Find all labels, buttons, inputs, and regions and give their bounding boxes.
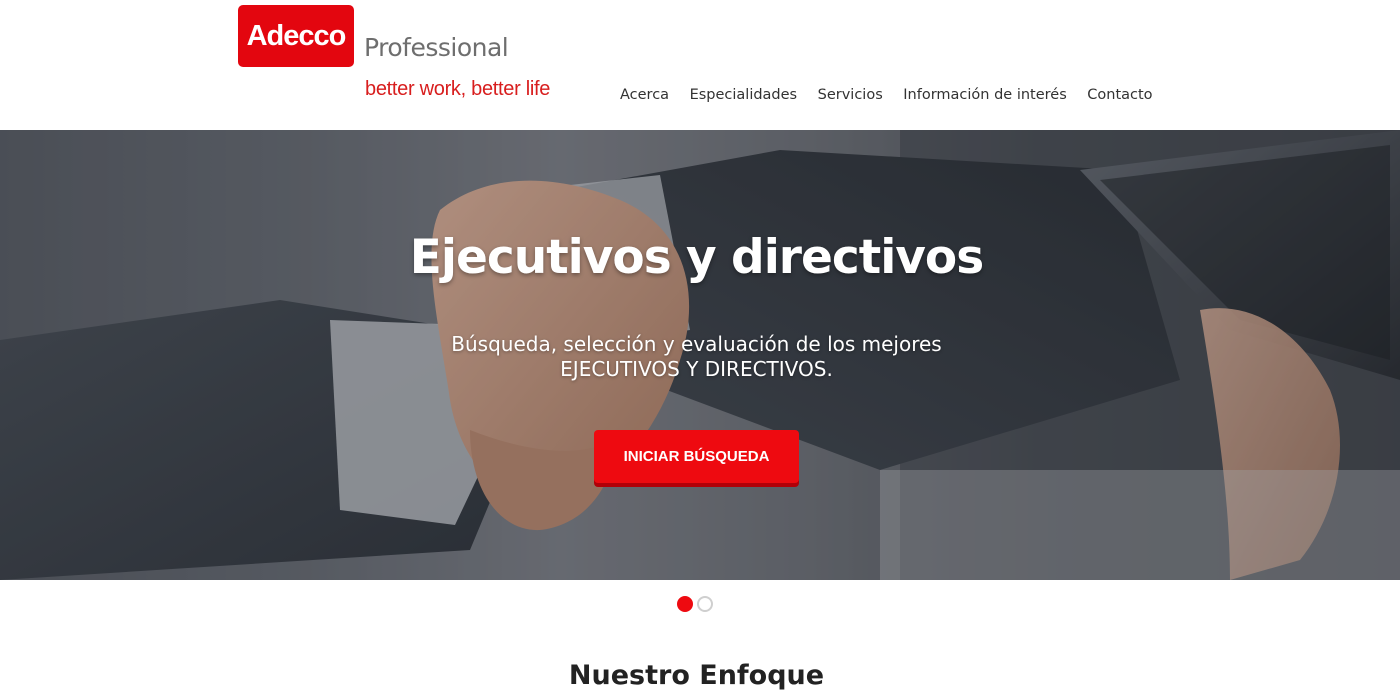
main-nav: Acerca Especialidades Servicios Informac… (620, 87, 1173, 103)
hero-title: Ejecutivos y directivos (409, 230, 984, 285)
adecco-logo[interactable]: Adecco (238, 5, 354, 67)
nav-item-informacion[interactable]: Información de interés (903, 87, 1067, 103)
nav-item-contacto[interactable]: Contacto (1087, 87, 1152, 103)
logo-suffix: Professional (364, 33, 509, 62)
section-title: Nuestro Enfoque (568, 660, 825, 691)
carousel-dot-1[interactable] (677, 596, 693, 612)
logo-text: Adecco (246, 19, 347, 52)
carousel-indicators (677, 596, 717, 612)
site-header: Adecco Professional better work, better … (0, 0, 1400, 130)
hero-subtitle-line1: Búsqueda, selección y evaluación de los … (451, 332, 942, 356)
nav-item-servicios[interactable]: Servicios (818, 87, 883, 103)
nav-item-acerca[interactable]: Acerca (620, 87, 669, 103)
start-search-button[interactable]: INICIAR BÚSQUEDA (594, 430, 799, 483)
hero-subtitle: Búsqueda, selección y evaluación de los … (0, 332, 1393, 382)
nav-item-especialidades[interactable]: Especialidades (690, 87, 798, 103)
hero-banner: Ejecutivos y directivos Búsqueda, selecc… (0, 130, 1400, 580)
carousel-dot-2[interactable] (697, 596, 713, 612)
tagline: better work, better life (365, 78, 551, 100)
hero-subtitle-line2: EJECUTIVOS Y DIRECTIVOS. (560, 357, 833, 381)
